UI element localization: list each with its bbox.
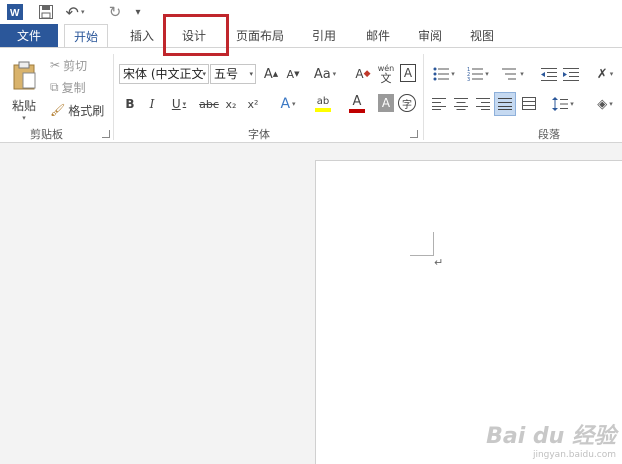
underline-button[interactable]: U ▾ (166, 94, 192, 114)
bullets-button[interactable]: ▾ (430, 64, 458, 84)
character-border-button[interactable]: A (400, 64, 416, 82)
increase-indent-button[interactable] (562, 64, 580, 84)
align-center-button[interactable] (452, 94, 470, 114)
separator (423, 54, 424, 140)
svg-text:3: 3 (467, 77, 470, 81)
grow-font-button[interactable]: A ▲ (262, 64, 280, 84)
font-size-combo[interactable]: 五号 ▾ (210, 64, 256, 84)
change-case-button[interactable]: Aa ▾ (310, 64, 340, 84)
tab-insert[interactable]: 插入 (122, 24, 162, 48)
increase-indent-icon (563, 68, 579, 81)
line-spacing-button[interactable]: ▾ (548, 94, 578, 114)
scissors-icon: ✂ (50, 58, 61, 72)
sort-az-icon: ✗ (596, 66, 608, 82)
paragraph-group-label: 段落 (538, 128, 560, 141)
character-shading-button[interactable]: A (378, 94, 394, 112)
numbering-button[interactable]: 1 2 3 ▾ (464, 64, 492, 84)
cut-button[interactable]: ✂ 剪切 (50, 56, 87, 74)
numbered-list-icon: 123 (467, 67, 484, 81)
design-tab-highlight (163, 14, 229, 56)
tab-view[interactable]: 视图 (460, 24, 504, 48)
svg-text:W: W (10, 8, 20, 19)
phonetic-guide-button[interactable]: wén 文 (376, 62, 396, 86)
shrink-font-button[interactable]: A ▼ (284, 64, 302, 84)
distributed-icon (522, 97, 536, 110)
save-icon[interactable] (36, 2, 56, 22)
decrease-indent-icon (541, 68, 557, 81)
align-left-icon (432, 98, 446, 110)
sort-button[interactable]: ✗ ▾ (590, 64, 620, 84)
text-effects-button[interactable]: A ▾ (274, 94, 302, 114)
align-left-button[interactable] (430, 94, 448, 114)
copy-button[interactable]: ⧉ 复制 (50, 78, 86, 96)
quick-access-toolbar: W ↶ ▾ ↻ ▾ (0, 0, 622, 24)
line-spacing-icon (552, 97, 569, 111)
font-group-label: 字体 (248, 128, 270, 141)
justify-button[interactable] (494, 92, 516, 116)
font-launcher-icon[interactable] (410, 130, 418, 138)
clear-formatting-button[interactable]: A ◆ (354, 64, 372, 84)
font-name-combo[interactable]: 宋体 (中文正文 ▾ (119, 64, 209, 84)
clipboard-icon (13, 61, 36, 89)
bullet-list-icon (433, 67, 450, 81)
align-center-icon (454, 98, 468, 110)
italic-button[interactable]: I (144, 94, 160, 114)
undo-icon[interactable]: ↶ ▾ (64, 2, 86, 22)
decrease-indent-button[interactable] (540, 64, 558, 84)
margin-mark (433, 232, 434, 256)
strikethrough-button[interactable]: abc (198, 94, 220, 114)
superscript-button[interactable]: x² (244, 94, 262, 114)
margin-mark (410, 255, 434, 256)
watermark-logo: Bai du 经验 (486, 424, 616, 449)
redo-icon[interactable]: ↻ (106, 2, 124, 22)
eraser-icon: ◆ (363, 69, 371, 79)
highlight-button[interactable]: ab (308, 92, 338, 116)
watermark: Bai du 经验 jingyan.baidu.com (486, 418, 616, 460)
align-right-icon (476, 98, 490, 110)
shading-button[interactable]: ◈ ▾ (590, 94, 620, 114)
tab-references[interactable]: 引用 (302, 24, 346, 48)
brush-icon: 🖌 (50, 103, 66, 117)
copy-icon: ⧉ (50, 79, 59, 94)
tab-layout[interactable]: 页面布局 (230, 24, 290, 48)
subscript-button[interactable]: x₂ (222, 94, 240, 114)
clipboard-launcher-icon[interactable] (102, 130, 110, 138)
justify-icon (498, 98, 512, 110)
customize-qat-icon[interactable]: ▾ (132, 2, 144, 22)
word-logo-icon: W (6, 2, 24, 22)
bold-button[interactable]: B (122, 94, 138, 114)
ribbon-tabs: 文件 开始 插入 设计 页面布局 引用 邮件 审阅 视图 (0, 24, 622, 48)
tab-file[interactable]: 文件 (0, 24, 58, 48)
tab-review[interactable]: 审阅 (408, 24, 452, 48)
multilevel-list-button[interactable]: ▾ (498, 64, 528, 84)
font-color-button[interactable]: A (342, 92, 372, 116)
watermark-url: jingyan.baidu.com (532, 450, 616, 460)
format-painter-button[interactable]: 🖌 格式刷 (50, 101, 104, 119)
align-right-button[interactable] (474, 94, 492, 114)
tab-home[interactable]: 开始 (64, 24, 108, 48)
distributed-button[interactable] (520, 94, 538, 114)
ribbon-home: 粘贴 ▾ ✂ 剪切 ⧉ 复制 🖌 格式刷 剪贴板 宋体 (中文正文 ▾ 五号 ▾ A ▲ A… (0, 47, 622, 143)
clipboard-group-label: 剪贴板 (30, 128, 63, 141)
separator (113, 54, 114, 140)
enclose-characters-button[interactable]: 字 (398, 94, 416, 112)
paste-button[interactable]: 粘贴 ▾ (8, 56, 40, 126)
paint-bucket-icon: ◈ (597, 96, 608, 112)
multilevel-list-icon (502, 68, 517, 80)
tab-mailings[interactable]: 邮件 (356, 24, 400, 48)
paragraph-mark: ↵ (434, 256, 444, 269)
